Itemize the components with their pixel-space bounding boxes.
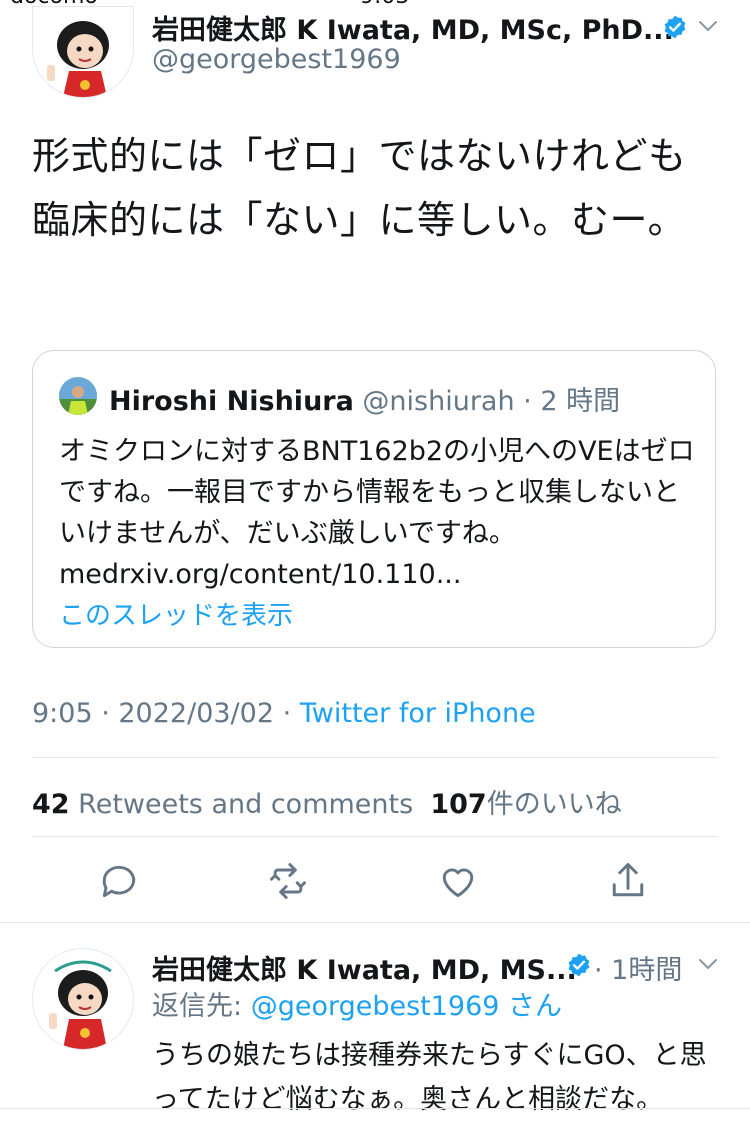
share-icon [612,863,644,897]
author-handle[interactable]: @georgebest1969 [152,44,401,75]
reply-icon [102,865,136,898]
reply-to-mention[interactable]: @georgebest1969 [251,991,500,1022]
divider [0,1108,750,1109]
show-thread-link[interactable]: このスレッドを表示 [59,595,293,632]
reply-author-name[interactable]: 岩田健太郎 K Iwata, MD, MS... [152,948,577,987]
like-icon [442,868,474,898]
author-name[interactable]: 岩田健太郎 K Iwata, MD, MSc, PhD... [152,8,674,47]
chevron-down-icon[interactable] [696,952,720,976]
divider [0,922,750,923]
retweet-button[interactable] [266,859,310,903]
likes-count: 107 [430,789,487,820]
reply-author-avatar[interactable] [32,948,134,1050]
verified-badge-icon [664,15,686,39]
tweet-text: 形式的には「ゼロ」ではないけれども臨床的には「ない」に等しい。むー。 [32,134,687,242]
chevron-down-icon[interactable] [696,14,720,38]
timestamp-text: 9:05 · 2022/03/02 · [32,698,300,729]
quoted-tweet-card[interactable]: Hiroshi Nishiura @nishiurah · 2 時間 オミクロン… [32,350,716,648]
tweet-timestamp: 9:05 · 2022/03/02 · Twitter for iPhone [32,698,536,729]
quoted-meta: @nishiurah · 2 時間 [353,386,621,417]
quoted-author-avatar [59,377,97,415]
retweets-count: 42 [32,789,70,820]
likes-label: 件のいいね [486,789,622,820]
reply-to-line: 返信先: @georgebest1969 さん [152,984,562,1023]
retweet-icon [270,863,306,899]
quoted-author-name: Hiroshi Nishiura [109,386,354,417]
reply-to-prefix: 返信先: [152,991,251,1022]
share-button[interactable] [606,859,650,903]
reply-time: · 1時間 [594,955,683,986]
tweet-stats[interactable]: 42 Retweets and comments 107件のいいね [32,782,622,821]
reply-button[interactable] [97,859,141,903]
quoted-header: Hiroshi Nishiura @nishiurah · 2 時間 [109,379,620,418]
divider [32,836,718,837]
status-time: 9:03 [360,0,409,8]
quoted-tweet-text: オミクロンに対するBNT162b2の小児へのVEはゼロですね。一報目ですから情報… [59,436,695,590]
author-avatar[interactable] [32,6,134,98]
verified-badge-icon [568,953,590,977]
reply-to-suffix: さん [499,991,563,1022]
retweets-label: Retweets and comments [78,789,414,820]
tweet-source-link[interactable]: Twitter for iPhone [300,698,536,729]
like-button[interactable] [436,859,480,903]
divider [32,757,718,758]
